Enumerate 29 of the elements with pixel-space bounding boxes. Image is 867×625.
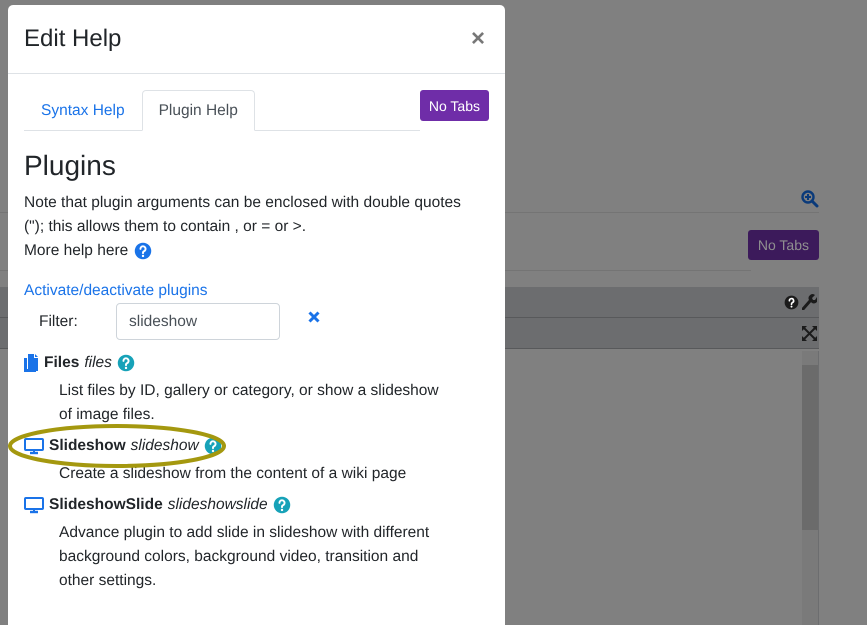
expand-icon[interactable] (802, 326, 817, 340)
wrench-icon[interactable] (802, 294, 817, 310)
plugin-keyword: slideshow (130, 436, 199, 456)
plugin-description: Create a slideshow from the content of a wiki page (59, 464, 408, 484)
no-tabs-button[interactable]: No Tabs (420, 90, 489, 121)
activate-link[interactable]: Activate/deactivate plugins (24, 282, 208, 299)
close-button[interactable]: × (466, 25, 489, 53)
section-heading: Plugins (24, 149, 117, 183)
dialog-title: Edit Help (24, 25, 122, 53)
plugin-keyword: files (84, 353, 112, 373)
plugin-name: SlideshowSlide (49, 495, 163, 515)
filter-field[interactable]: slideshow (116, 303, 280, 340)
note-text: Note that plugin arguments can be enclosed with double quotes ("); this allows them to contain , or = or >. (24, 193, 462, 237)
help-icon[interactable] (784, 294, 799, 310)
plugin-name: Slideshow (49, 436, 126, 456)
plugin-keyword: slideshowslide (168, 495, 268, 515)
monitor-icon (24, 496, 44, 514)
plugin-description: Advance plugin to add slide in slideshow with different background colors, background video, transition and other settings. (59, 523, 430, 591)
zoom-in-icon[interactable] (801, 190, 819, 208)
files-icon (24, 354, 39, 372)
no-tabs-button[interactable]: No Tabs (748, 230, 819, 260)
filter-label: Filter: (39, 312, 79, 332)
plugin-description: List files by ID, gallery or category, or show a slideshow of image files. (59, 381, 440, 425)
tab[interactable]: Syntax Help (24, 90, 142, 131)
monitor-icon (24, 438, 44, 454)
tab[interactable]: Plugin Help (142, 90, 255, 131)
clear-icon[interactable] (308, 310, 320, 322)
more-help-text: More help here (24, 241, 128, 261)
plugin-name: Files (44, 353, 80, 373)
